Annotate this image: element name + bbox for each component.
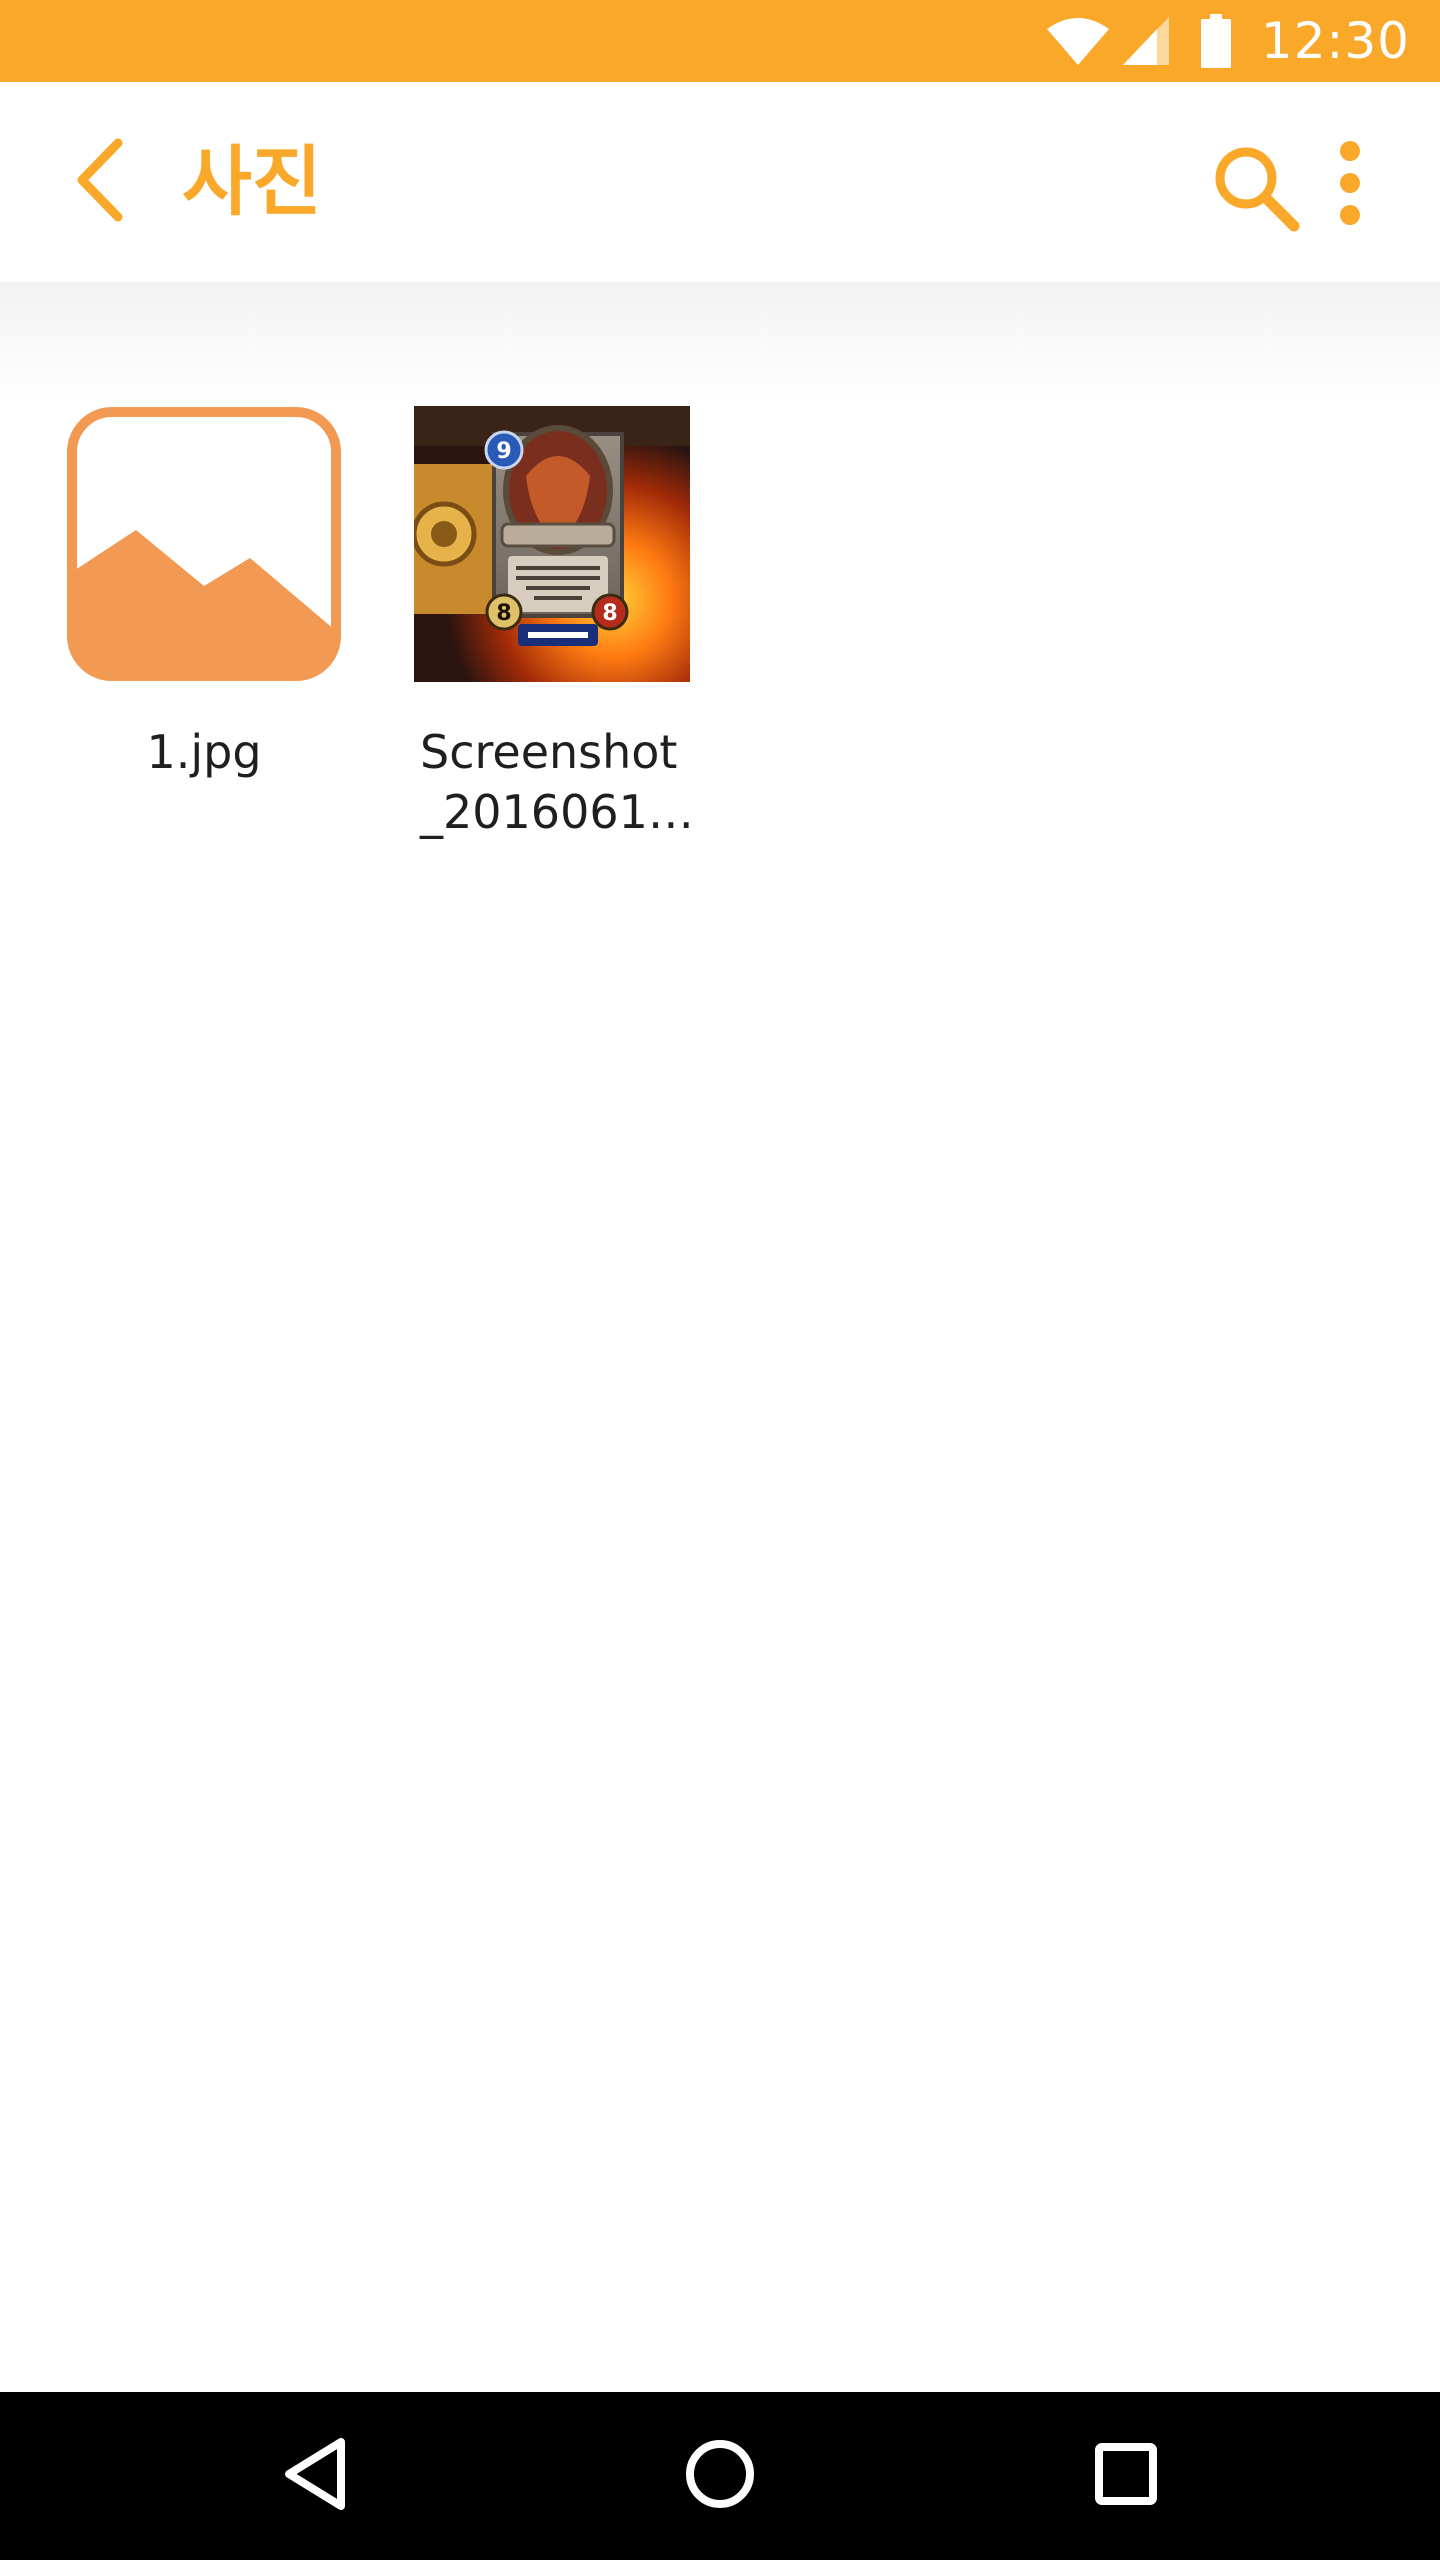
more-options-button[interactable] bbox=[1310, 130, 1390, 240]
nav-recent-icon bbox=[1093, 2441, 1159, 2511]
status-time: 12:30 bbox=[1260, 12, 1410, 70]
app-bar: 사진 bbox=[0, 82, 1440, 282]
screen: 12:30 사진 1.jpg 9 8 8 Screenshot _2016061… bbox=[0, 0, 1440, 2560]
screenshot-thumbnail: 9 8 8 bbox=[414, 406, 690, 682]
nav-home-button[interactable] bbox=[660, 2416, 780, 2536]
search-button[interactable] bbox=[1200, 134, 1310, 244]
navigation-bar bbox=[0, 2392, 1440, 2560]
battery-icon bbox=[1200, 14, 1231, 68]
file-name: Screenshot _2016061… bbox=[420, 725, 694, 839]
signal-icon bbox=[1121, 15, 1171, 67]
search-icon bbox=[1210, 142, 1300, 236]
svg-text:9: 9 bbox=[496, 439, 511, 464]
status-icons: 12:30 bbox=[1045, 0, 1410, 82]
status-bar: 12:30 bbox=[0, 0, 1440, 82]
nav-back-icon bbox=[281, 2436, 351, 2516]
nav-back-button[interactable] bbox=[256, 2416, 376, 2536]
file-name: 1.jpg bbox=[146, 725, 262, 779]
app-bar-shadow bbox=[0, 282, 1440, 400]
back-button[interactable] bbox=[48, 130, 152, 234]
more-vert-icon bbox=[1337, 140, 1363, 230]
wifi-icon bbox=[1045, 15, 1111, 67]
page-title: 사진 bbox=[182, 137, 322, 226]
back-arrow-icon bbox=[70, 135, 130, 229]
image-placeholder-icon bbox=[66, 406, 342, 682]
svg-text:8: 8 bbox=[496, 601, 511, 626]
svg-text:8: 8 bbox=[602, 601, 617, 626]
nav-recent-apps-button[interactable] bbox=[1066, 2416, 1186, 2536]
nav-home-icon bbox=[682, 2436, 758, 2516]
